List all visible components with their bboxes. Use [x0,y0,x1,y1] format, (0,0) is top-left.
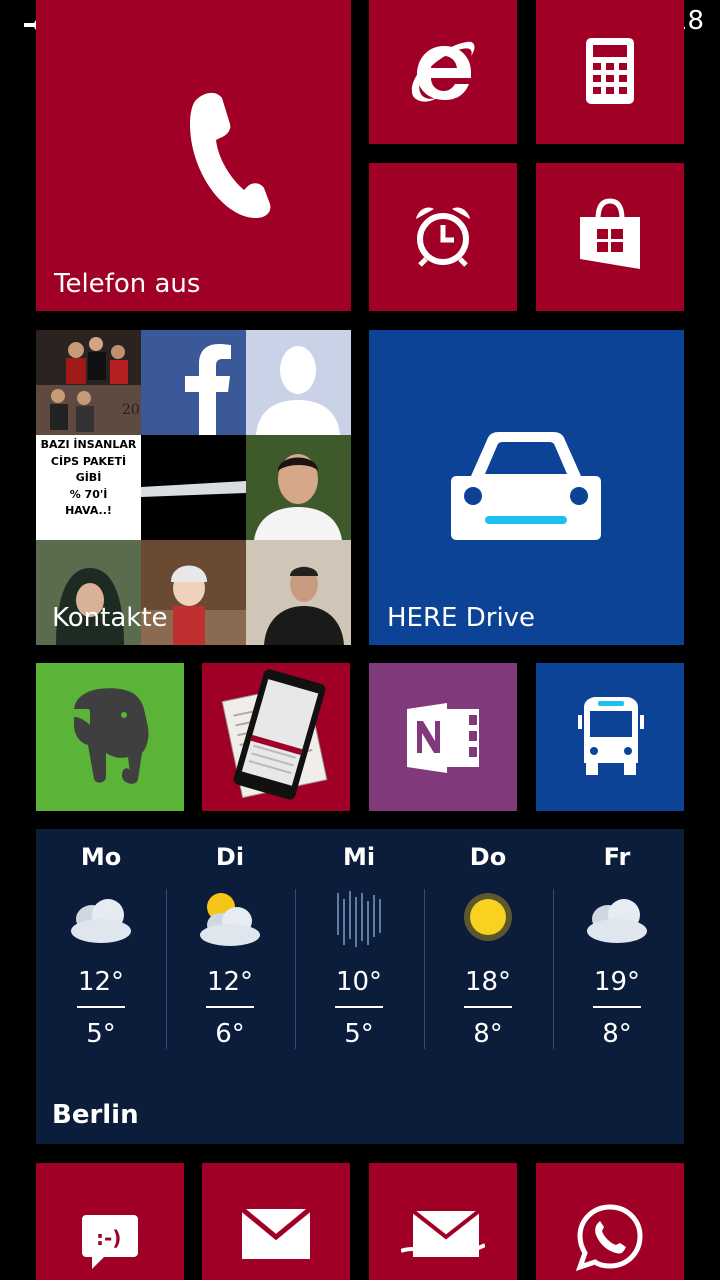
weather-divider [77,1006,125,1008]
outlook-mail-icon [401,1209,485,1257]
calculator-icon [586,38,634,104]
store-tile[interactable] [536,163,684,311]
sunny-icon [464,893,512,941]
weather-day: Mi 10° 5° [294,829,424,1069]
weather-high: 19° [593,967,641,997]
weather-city: Berlin [52,1100,139,1130]
here-drive-tile-label: HERE Drive [387,603,536,633]
weather-low: 6° [215,1019,245,1049]
weather-divider [464,1006,512,1008]
post-line-5: HAVA..! [65,504,112,517]
weather-divider [206,1006,254,1008]
weather-divider [335,1006,383,1008]
svg-text:201: 201 [122,402,141,418]
weather-day: Do 18° 8° [423,829,553,1069]
weather-low: 8° [602,1019,632,1049]
facebook-icon [141,330,246,435]
phone-tile[interactable]: Telefon aus [36,0,351,311]
cloudy-icon [71,899,131,943]
weather-divider [593,1006,641,1008]
document-reader-icon [221,669,328,800]
whatsapp-tile[interactable] [536,1163,684,1280]
weather-day: Di 12° 6° [165,829,295,1069]
store-icon [580,198,640,269]
here-drive-tile[interactable]: HERE Drive [369,330,684,645]
partly-sunny-icon [200,893,260,946]
weather-high: 12° [77,967,125,997]
contact-photo-group: 201 [36,330,141,435]
weather-low: 5° [344,1019,374,1049]
contact-photo-man-2 [246,540,351,645]
internet-explorer-icon [411,41,475,102]
onenote-tile[interactable] [369,663,517,811]
evernote-tile[interactable] [36,663,184,811]
phone-tile-label: Telefon aus [54,269,201,299]
car-icon [451,432,601,540]
mail-tile[interactable] [202,1163,350,1280]
whatsapp-icon [576,1204,643,1271]
contact-text-post: BAZI İNSANLAR CİPS PAKETİ GİBİ % 70'İ HA… [36,435,141,540]
weather-day-name: Mo [80,843,122,871]
weather-day-name: Mi [342,843,376,871]
post-line-2: CİPS PAKETİ [50,454,127,468]
contact-photo-dark [141,435,246,540]
svg-text::-): :-) [96,1226,121,1250]
post-line-3: GİBİ [75,471,102,484]
mail-icon [242,1209,310,1259]
outlook-tile[interactable] [369,1163,517,1280]
evernote-elephant-icon [74,688,149,784]
calculator-tile[interactable] [536,0,684,144]
default-avatar-icon [246,330,351,435]
cloudy-icon [587,899,647,943]
messaging-icon: :-) [82,1215,138,1269]
weather-day-name: Di [215,843,245,871]
alarms-tile[interactable] [369,163,517,311]
phone-icon [190,92,271,218]
transit-tile[interactable] [536,663,684,811]
weather-day-name: Fr [603,843,631,871]
post-line-4: % 70'İ [69,487,108,501]
people-tile[interactable]: 201 BAZI İNSANLAR CİPS PAKETİ GİBİ % 70'… [36,330,351,645]
weather-high: 10° [335,967,383,997]
contact-photo-man [246,435,351,540]
weather-high: 18° [464,967,512,997]
weather-low: 8° [473,1019,503,1049]
weather-day-name: Do [469,843,507,871]
onenote-icon [407,703,479,773]
alarm-clock-icon [416,207,470,267]
post-line-1: BAZI İNSANLAR [40,438,137,451]
weather-tile[interactable]: Mo 12° 5° Di 12° 6° Mi 10° 5° Do 18° 8° … [36,829,684,1144]
weather-high: 12° [206,967,254,997]
people-tile-label: Kontakte [52,603,168,633]
weather-low: 5° [86,1019,116,1049]
messaging-tile[interactable]: :-) [36,1163,184,1280]
weather-day: Fr 19° 8° [552,829,682,1069]
internet-explorer-tile[interactable] [369,0,517,144]
rain-icon [337,891,381,947]
reader-tile[interactable] [202,663,350,811]
bus-icon [578,697,644,775]
weather-day: Mo 12° 5° [36,829,166,1069]
